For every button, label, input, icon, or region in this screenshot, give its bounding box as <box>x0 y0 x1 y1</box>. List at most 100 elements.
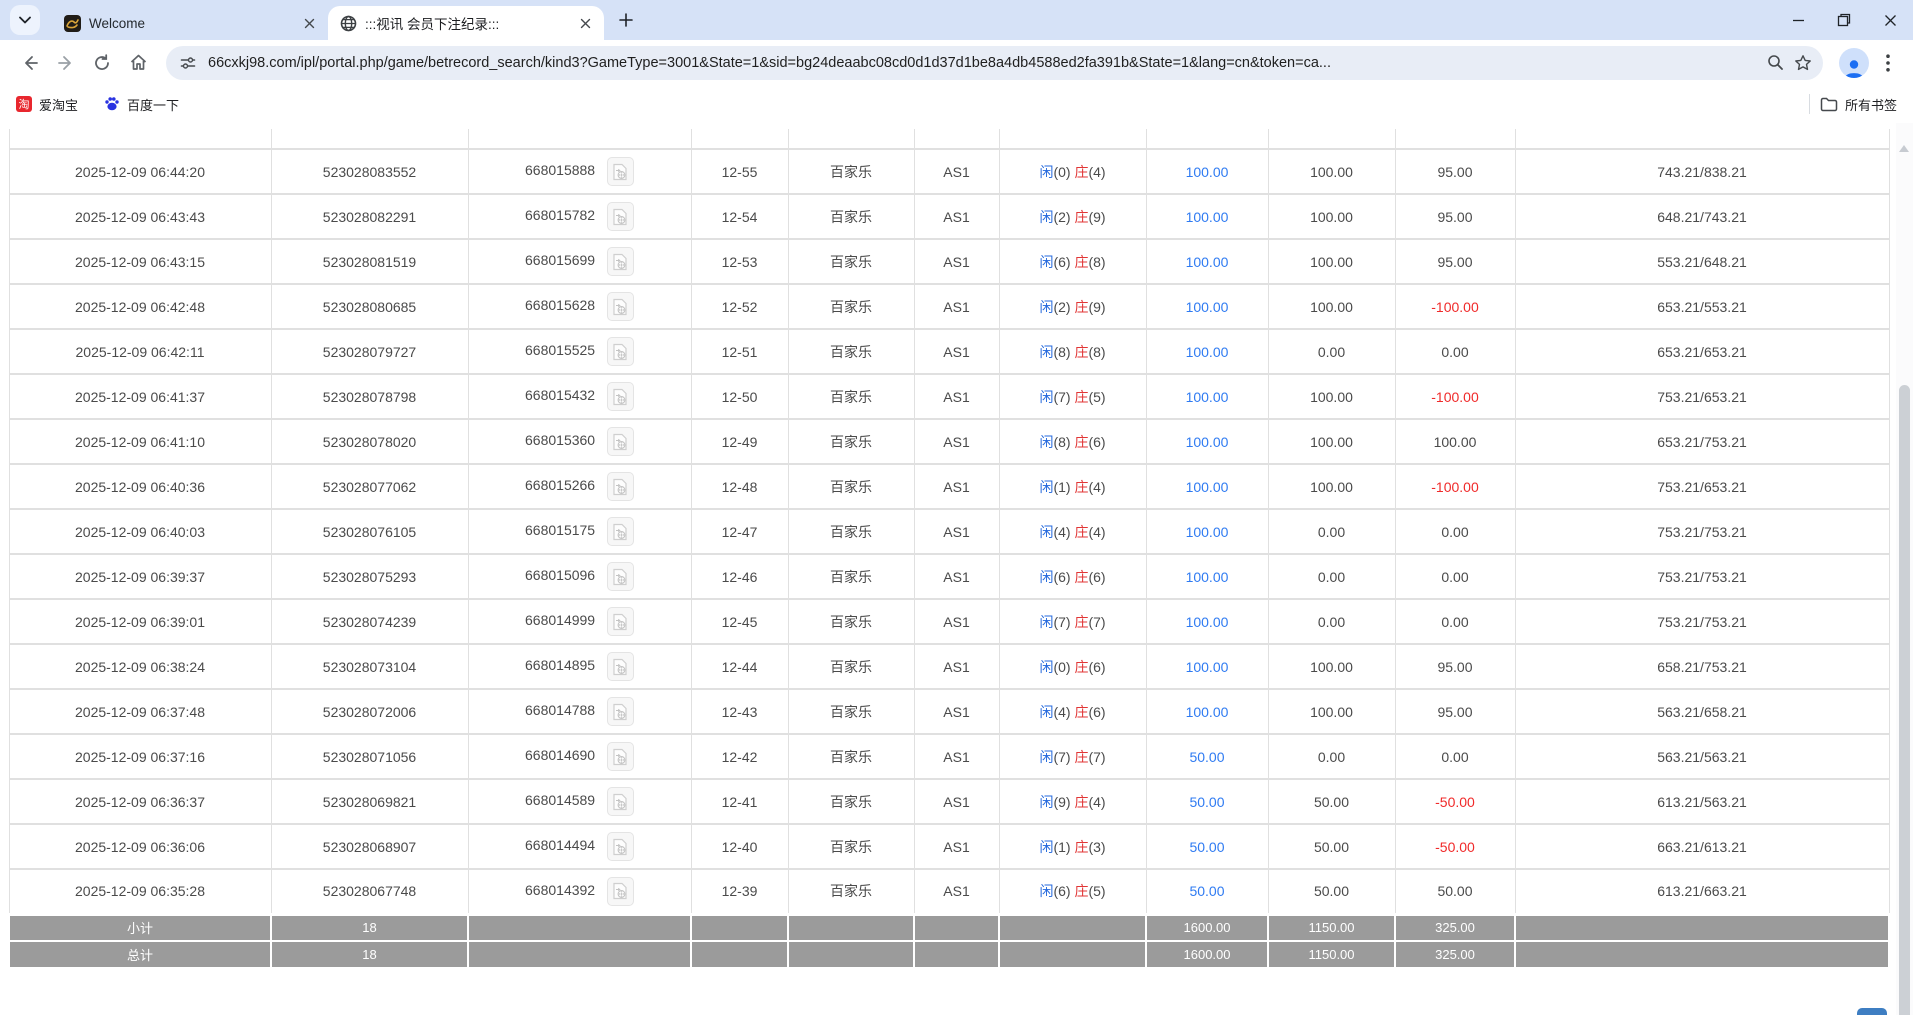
url-text[interactable]: 66cxkj98.com/ipl/portal.php/game/betreco… <box>208 55 1761 71</box>
browser-menu-icon[interactable] <box>1875 48 1901 78</box>
tab-close-icon[interactable] <box>576 14 594 32</box>
tab-close-icon[interactable] <box>300 14 318 32</box>
video-replay-icon[interactable] <box>607 877 634 906</box>
cell-table: AS1 <box>914 554 999 599</box>
video-replay-icon[interactable] <box>607 247 634 276</box>
cell-bet-amount[interactable]: 100.00 <box>1146 644 1268 689</box>
cell-bet-amount[interactable]: 100.00 <box>1146 329 1268 374</box>
video-replay-icon[interactable] <box>607 832 634 861</box>
cell-bet-detail: 闲(2) 庄(9) <box>999 284 1146 329</box>
cell-bet-detail: 闲(1) 庄(3) <box>999 824 1146 869</box>
scroll-up-icon[interactable] <box>1899 145 1909 152</box>
video-replay-icon[interactable] <box>607 607 634 636</box>
new-tab-button[interactable] <box>612 6 640 34</box>
cell-bet-id: 523028072006 <box>271 689 468 734</box>
bookmark-baidu[interactable]: 百度一下 <box>104 95 179 114</box>
cell-win-loss: 0.00 <box>1395 554 1515 599</box>
back-to-top-button[interactable] <box>1857 1008 1887 1015</box>
address-bar[interactable]: 66cxkj98.com/ipl/portal.php/game/betreco… <box>166 46 1823 80</box>
cell-bet-amount[interactable]: 50.00 <box>1146 734 1268 779</box>
video-replay-icon[interactable] <box>607 652 634 681</box>
back-button[interactable] <box>14 47 46 79</box>
zoom-icon[interactable] <box>1761 49 1789 77</box>
cell-bet-amount[interactable]: 100.00 <box>1146 149 1268 194</box>
cell-valid-amount: 0.00 <box>1268 509 1395 554</box>
cell-bet-amount[interactable]: 100.00 <box>1146 599 1268 644</box>
cell-table: AS1 <box>914 194 999 239</box>
video-replay-icon[interactable] <box>607 742 634 771</box>
video-replay-icon[interactable] <box>607 382 634 411</box>
chevron-down-icon <box>19 16 31 24</box>
player-label: 闲 <box>1039 659 1053 675</box>
scrollbar-thumb[interactable] <box>1899 385 1910 1015</box>
cell-time: 2025-12-09 06:37:16 <box>9 734 271 779</box>
all-bookmarks-button[interactable]: 所有书签 <box>1820 95 1897 114</box>
video-replay-icon[interactable] <box>607 472 634 501</box>
cell-game: 百家乐 <box>788 374 914 419</box>
cell-bet-detail: 闲(4) 庄(4) <box>999 509 1146 554</box>
restore-button[interactable] <box>1821 0 1867 40</box>
cell-valid-amount: 100.00 <box>1268 149 1395 194</box>
video-replay-icon[interactable] <box>607 157 634 186</box>
round-id-text: 668014690 <box>525 747 595 763</box>
cell-bet-amount[interactable]: 100.00 <box>1146 284 1268 329</box>
cell-round-id: 668015782 <box>468 194 691 239</box>
video-replay-icon[interactable] <box>607 427 634 456</box>
tab-welcome[interactable]: Welcome <box>52 6 328 40</box>
tab-bet-record[interactable]: :::视讯 会员下注纪录::: <box>328 6 604 40</box>
page-scrollbar[interactable] <box>1896 123 1913 1015</box>
reload-button[interactable] <box>86 47 118 79</box>
cell-table: AS1 <box>914 374 999 419</box>
cell-bet-amount[interactable]: 100.00 <box>1146 419 1268 464</box>
cell-win-loss: -50.00 <box>1395 779 1515 824</box>
total-bet: 1600.00 <box>1146 941 1268 968</box>
video-replay-icon[interactable] <box>607 562 634 591</box>
site-info-icon[interactable] <box>174 49 202 77</box>
close-window-button[interactable] <box>1867 0 1913 40</box>
cell-session: 12-49 <box>691 419 788 464</box>
cell-bet-id: 523028079727 <box>271 329 468 374</box>
cell-time: 2025-12-09 06:43:15 <box>9 239 271 284</box>
minimize-button[interactable] <box>1775 0 1821 40</box>
cell-time: 2025-12-09 06:36:37 <box>9 779 271 824</box>
round-id-text: 668015096 <box>525 567 595 583</box>
home-button[interactable] <box>122 47 154 79</box>
total-row: 总计 18 1600.00 1150.00 325.00 <box>9 941 1889 968</box>
profile-avatar[interactable] <box>1839 48 1869 78</box>
cell-bet-amount[interactable]: 100.00 <box>1146 464 1268 509</box>
cell-bet-amount[interactable]: 100.00 <box>1146 554 1268 599</box>
cell-bet-amount[interactable]: 50.00 <box>1146 824 1268 869</box>
banker-label: 庄 <box>1074 209 1088 225</box>
video-replay-icon[interactable] <box>607 337 634 366</box>
cell-bet-amount[interactable]: 50.00 <box>1146 779 1268 824</box>
cell-bet-amount[interactable]: 100.00 <box>1146 509 1268 554</box>
table-row: 2025-12-09 06:39:37523028075293668015096… <box>9 554 1889 599</box>
cell-game: 百家乐 <box>788 194 914 239</box>
cell-win-loss: 95.00 <box>1395 149 1515 194</box>
cell-bet-amount[interactable]: 100.00 <box>1146 689 1268 734</box>
video-replay-icon[interactable] <box>607 202 634 231</box>
video-replay-icon[interactable] <box>607 697 634 726</box>
video-replay-icon[interactable] <box>607 517 634 546</box>
total-count: 18 <box>271 941 468 968</box>
table-row: 2025-12-09 06:35:28523028067748668014392… <box>9 869 1889 914</box>
banker-label: 庄 <box>1074 794 1088 810</box>
video-replay-icon[interactable] <box>607 292 634 321</box>
cell-bet-detail: 闲(6) 庄(8) <box>999 239 1146 284</box>
cell-bet-id: 523028076105 <box>271 509 468 554</box>
bookmark-star-icon[interactable] <box>1789 49 1817 77</box>
cell-round-id: 668015432 <box>468 374 691 419</box>
tab-search-button[interactable] <box>10 5 40 35</box>
video-replay-icon[interactable] <box>607 787 634 816</box>
banker-label: 庄 <box>1074 659 1088 675</box>
banker-label: 庄 <box>1074 839 1088 855</box>
forward-button[interactable] <box>50 47 82 79</box>
cell-bet-amount[interactable]: 50.00 <box>1146 869 1268 914</box>
cell-bet-amount[interactable]: 100.00 <box>1146 239 1268 284</box>
cell-win-loss: 100.00 <box>1395 419 1515 464</box>
cell-bet-amount[interactable]: 100.00 <box>1146 194 1268 239</box>
cell-bet-detail: 闲(7) 庄(7) <box>999 599 1146 644</box>
cell-session: 12-54 <box>691 194 788 239</box>
bookmark-taobao[interactable]: 淘 爱淘宝 <box>16 95 78 114</box>
cell-bet-amount[interactable]: 100.00 <box>1146 374 1268 419</box>
